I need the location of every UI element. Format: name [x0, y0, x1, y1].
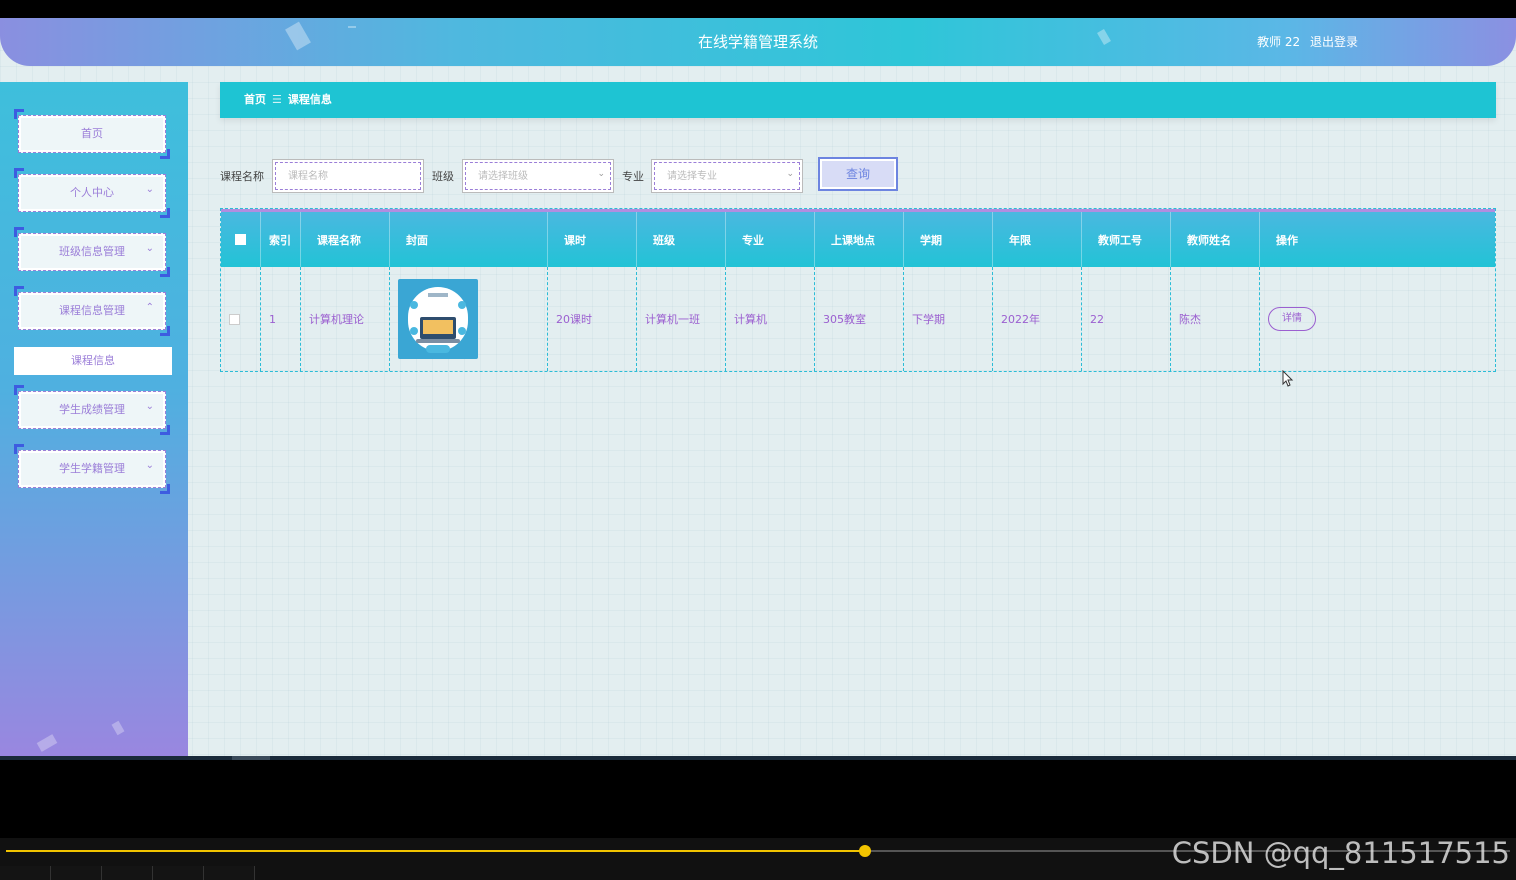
sidebar-item-course-management[interactable]: 课程信息管理 ⌃: [14, 286, 170, 336]
column-header: 上课地点: [815, 212, 904, 267]
cell-action: 详情: [1260, 267, 1495, 371]
column-header: 封面: [390, 212, 548, 267]
column-header: 专业: [726, 212, 815, 267]
current-user: 教师 22: [1257, 35, 1301, 49]
horizontal-scrollbar[interactable]: [0, 756, 1516, 760]
player-controls: [0, 866, 260, 880]
column-header: 课程名称: [301, 212, 390, 267]
chevron-down-icon: ⌄: [145, 401, 154, 412]
major-select[interactable]: 请选择专业 ⌄: [651, 159, 803, 193]
select-all-checkbox[interactable]: [235, 234, 246, 245]
row-select-cell: [221, 267, 261, 371]
course-cover-image: [398, 279, 478, 359]
sidebar-item-score-management[interactable]: 学生成绩管理 ⌄: [14, 385, 170, 435]
sidebar-item-label: 班级信息管理: [59, 245, 125, 258]
chevron-down-icon: ⌄: [597, 169, 605, 179]
course-table: 索引 课程名称 封面 课时 班级 专业 上课地点 学期 年限 教师工号 教师姓名…: [220, 208, 1496, 372]
sidebar-item-label: 学生学籍管理: [59, 462, 125, 475]
select-all-cell: [221, 212, 261, 267]
chevron-up-icon: ⌃: [145, 302, 154, 313]
column-header: 课时: [548, 212, 637, 267]
sidebar-item-label: 课程信息管理: [59, 304, 125, 317]
progress-fill: [6, 850, 865, 852]
detail-button[interactable]: 详情: [1268, 307, 1316, 331]
chevron-down-icon: ⌄: [145, 243, 154, 254]
cell-course-name: 计算机理论: [301, 267, 390, 371]
course-name-label: 课程名称: [220, 170, 264, 183]
watermark-text: CSDN @qq_811517515: [1171, 836, 1510, 870]
cell-teacher-name: 陈杰: [1171, 267, 1260, 371]
column-header: 学期: [904, 212, 993, 267]
column-header: 索引: [261, 212, 301, 267]
cell-hours: 20课时: [548, 267, 637, 371]
top-header: 在线学籍管理系统 教师 22 退出登录: [0, 18, 1516, 66]
cell-cover: [390, 267, 548, 371]
cell-index: 1: [261, 267, 301, 371]
column-header: 操作: [1276, 233, 1298, 247]
breadcrumb-home[interactable]: 首页: [244, 93, 266, 106]
column-header: 教师工号: [1082, 212, 1171, 267]
breadcrumb-current: 课程信息: [287, 93, 332, 106]
scrollbar-thumb[interactable]: [232, 756, 270, 760]
sidebar-item-label: 学生成绩管理: [59, 403, 125, 416]
progress-knob[interactable]: [858, 845, 871, 857]
cell-major: 计算机: [726, 267, 815, 371]
player-control[interactable]: [0, 866, 51, 880]
player-control[interactable]: [153, 866, 204, 880]
column-header: 班级: [637, 212, 726, 267]
class-label: 班级: [432, 170, 454, 183]
class-select[interactable]: 请选择班级 ⌄: [462, 159, 614, 193]
logout-link[interactable]: 退出登录: [1310, 35, 1358, 49]
player-control[interactable]: [102, 866, 153, 880]
column-header: 教师姓名: [1171, 212, 1260, 267]
menu-icon: ☰: [272, 93, 282, 106]
player-control[interactable]: [204, 866, 255, 880]
cell-teacher-id: 22: [1082, 267, 1171, 371]
sidebar: 首页 个人中心 ⌄ 班级信息管理 ⌄ 课程信息管理 ⌃ 课程信息 学生成绩管理: [0, 82, 188, 760]
search-button[interactable]: 查询: [818, 157, 898, 191]
app-window: 在线学籍管理系统 教师 22 退出登录 首页 个人中心 ⌄ 班级信息管理 ⌄ 课…: [0, 18, 1516, 760]
table-header: 索引 课程名称 封面 课时 班级 专业 上课地点 学期 年限 教师工号 教师姓名…: [221, 209, 1495, 267]
player-control[interactable]: [51, 866, 102, 880]
cell-location: 305教室: [815, 267, 904, 371]
sidebar-item-home[interactable]: 首页: [14, 109, 170, 159]
screen-frame: 在线学籍管理系统 教师 22 退出登录 首页 个人中心 ⌄ 班级信息管理 ⌄ 课…: [0, 0, 1516, 880]
chevron-down-icon: ⌄: [145, 460, 154, 471]
breadcrumb: 首页 ☰ 课程信息: [220, 82, 1496, 118]
major-label: 专业: [622, 170, 644, 183]
sidebar-item-label: 个人中心: [70, 186, 114, 199]
video-player-bar: CSDN @qq_811517515: [0, 838, 1516, 880]
column-header: 年限: [993, 212, 1082, 267]
row-checkbox[interactable]: [229, 313, 240, 325]
chevron-down-icon: ⌄: [145, 184, 154, 195]
sidebar-subitem-course-info[interactable]: 课程信息: [14, 347, 172, 375]
sidebar-item-label: 首页: [81, 127, 103, 140]
course-name-input[interactable]: 课程名称: [272, 159, 424, 193]
sidebar-item-status-management[interactable]: 学生学籍管理 ⌄: [14, 444, 170, 494]
cell-class: 计算机一班: [637, 267, 726, 371]
mouse-cursor-icon: [1282, 370, 1294, 387]
user-area: 教师 22 退出登录: [1251, 33, 1358, 50]
sidebar-item-class-management[interactable]: 班级信息管理 ⌄: [14, 227, 170, 277]
cell-term: 下学期: [904, 267, 993, 371]
cell-year: 2022年: [993, 267, 1082, 371]
sidebar-item-profile[interactable]: 个人中心 ⌄: [14, 168, 170, 218]
chevron-down-icon: ⌄: [786, 169, 794, 179]
